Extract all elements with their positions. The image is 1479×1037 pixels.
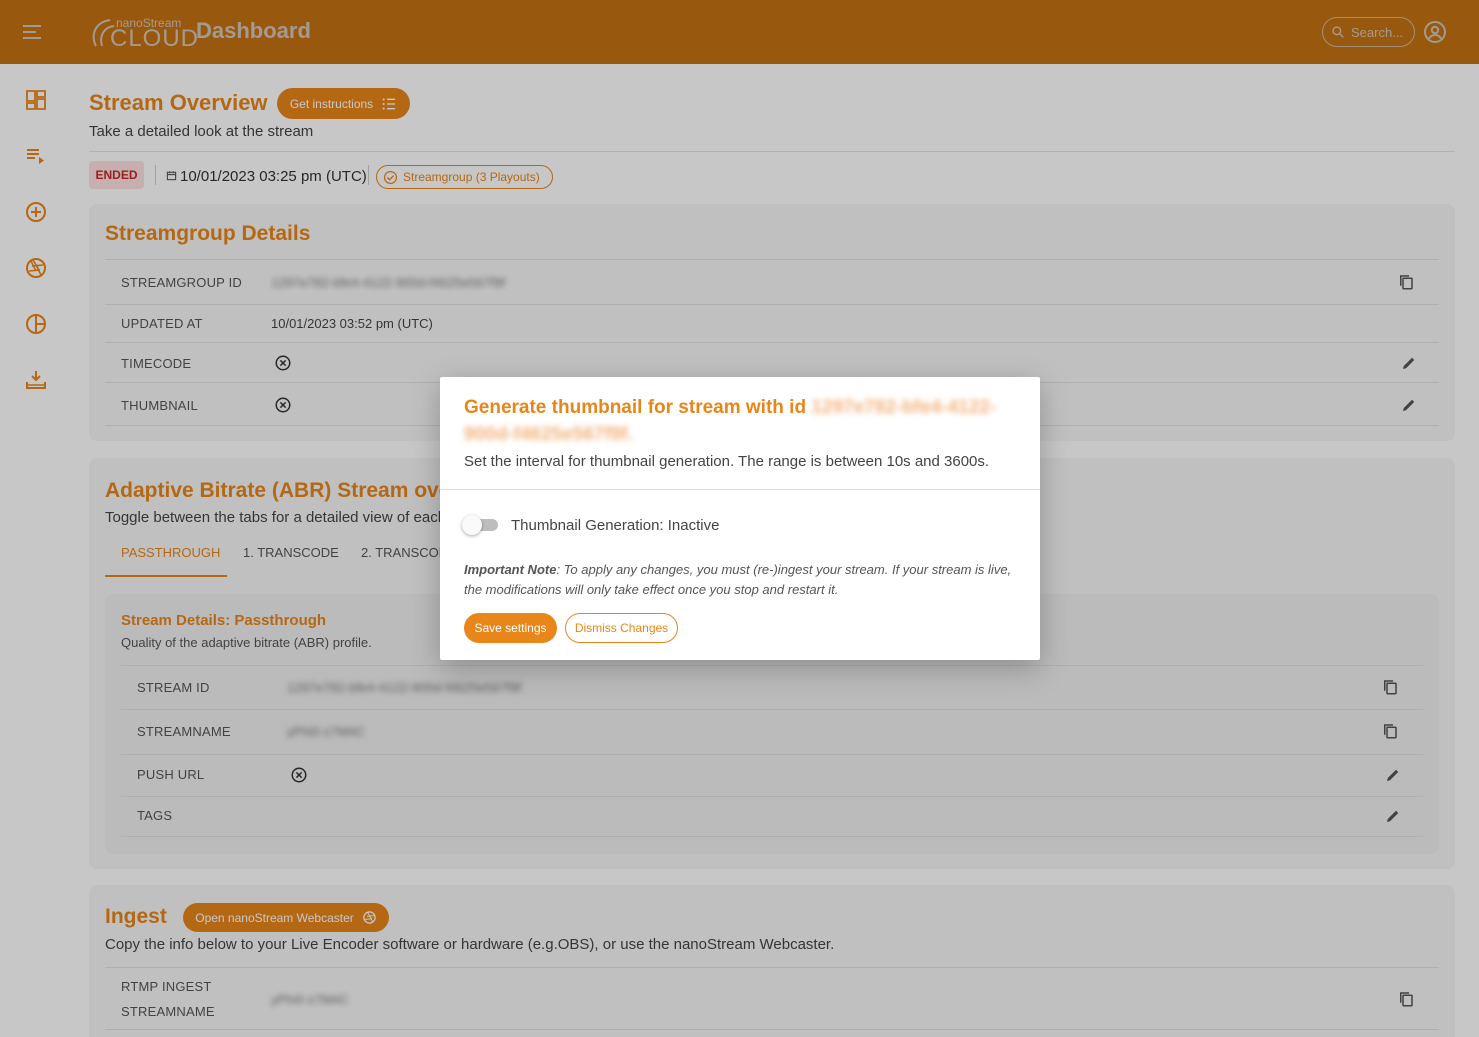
note-bold: Important Note — [464, 562, 557, 577]
dialog-divider — [440, 489, 1040, 490]
toggle-label: Thumbnail Generation: Inactive — [511, 517, 720, 534]
modal-backdrop-header — [0, 0, 1479, 64]
toggle-knob — [462, 515, 482, 535]
dialog-title-prefix: Generate thumbnail for stream with id — [464, 397, 812, 418]
dialog-subtitle: Set the interval for thumbnail generatio… — [464, 453, 990, 470]
thumbnail-dialog: Generate thumbnail for stream with id 12… — [440, 377, 1040, 660]
dismiss-changes-button[interactable]: Dismiss Changes — [565, 613, 678, 643]
thumbnail-generation-toggle[interactable] — [462, 515, 500, 535]
important-note: Important Note: To apply any changes, yo… — [464, 560, 1024, 600]
save-settings-button[interactable]: Save settings — [464, 613, 557, 643]
dialog-title: Generate thumbnail for stream with id 12… — [464, 394, 1004, 448]
